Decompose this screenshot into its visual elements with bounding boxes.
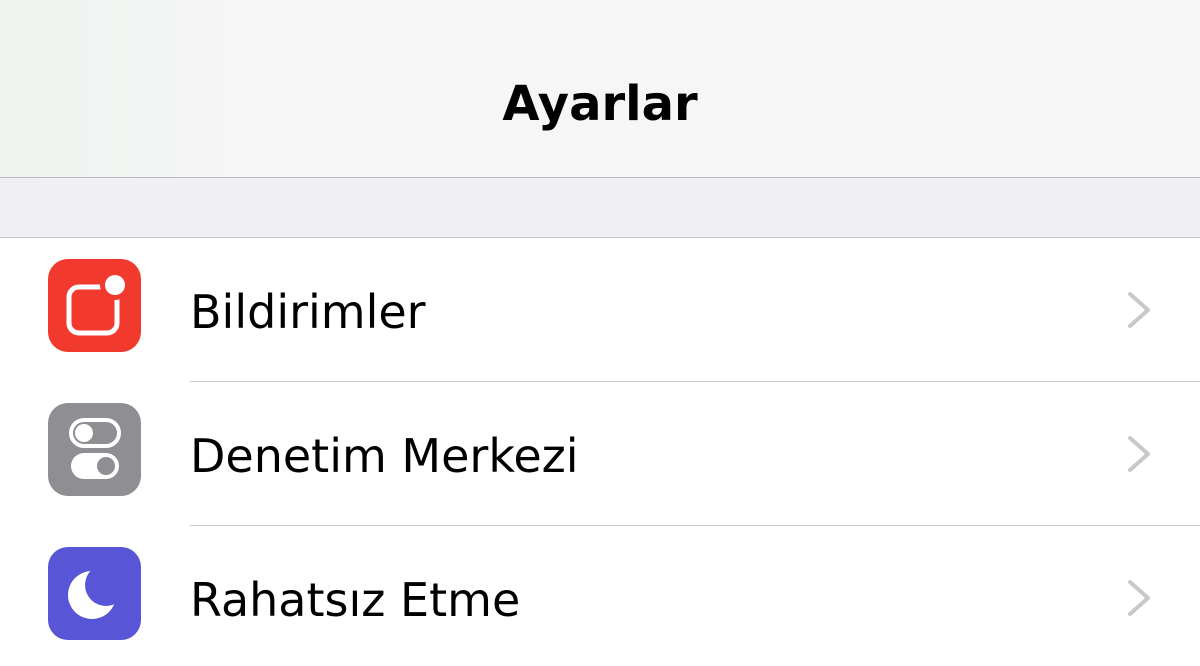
settings-row-control-center[interactable]: Denetim Merkezi (0, 382, 1200, 526)
settings-row-label: Rahatsız Etme (190, 573, 521, 627)
settings-list: Bildirimler Denetim Merkezi Rahatsız Etm… (0, 238, 1200, 666)
chevron-right-icon (1124, 434, 1154, 474)
page-title: Ayarlar (502, 76, 698, 132)
control-center-icon (48, 403, 141, 496)
settings-row-label: Denetim Merkezi (190, 429, 579, 483)
moon-icon (48, 547, 141, 640)
settings-row-notifications[interactable]: Bildirimler (0, 238, 1200, 382)
navigation-bar: Ayarlar (0, 0, 1200, 178)
chevron-right-icon (1124, 290, 1154, 330)
section-header-spacer (0, 178, 1200, 238)
settings-row-label: Bildirimler (190, 285, 426, 339)
settings-screen: Ayarlar Bildirimler Denetim Merkezi Raha… (0, 0, 1200, 666)
settings-row-do-not-disturb[interactable]: Rahatsız Etme (0, 526, 1200, 666)
chevron-right-icon (1124, 578, 1154, 618)
notifications-icon (48, 259, 141, 352)
